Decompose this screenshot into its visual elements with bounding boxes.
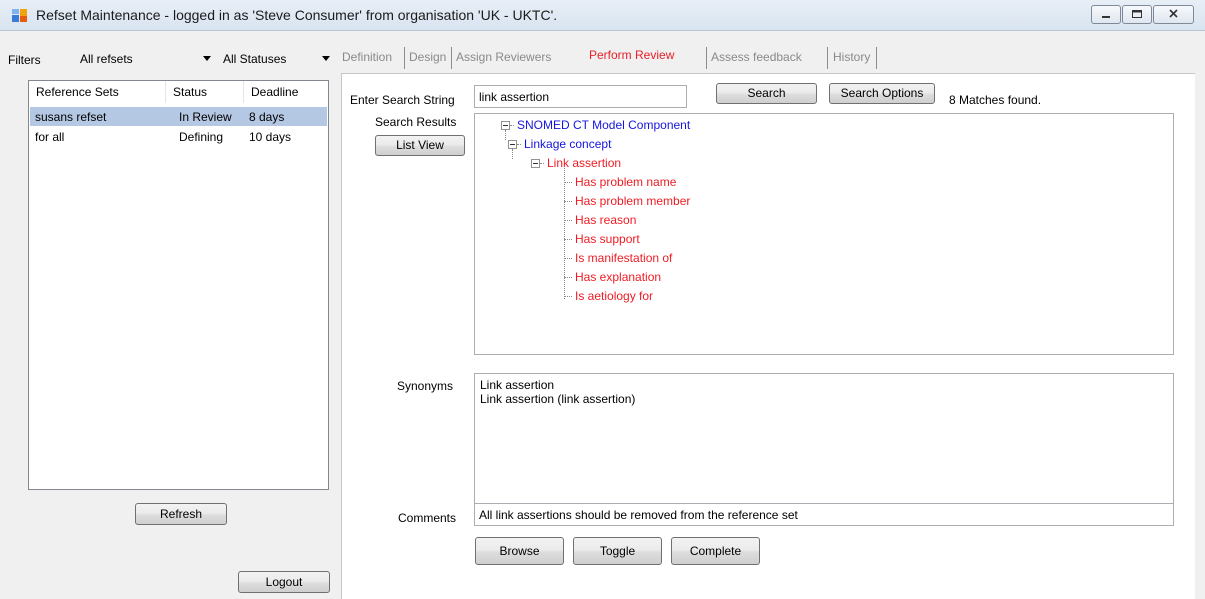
refset-status: In Review [179, 110, 232, 124]
chevron-down-icon [203, 56, 211, 61]
tab-assign-reviewers[interactable]: Assign Reviewers [456, 47, 551, 67]
maximize-icon [1132, 10, 1142, 18]
synonym-item: Link assertion [480, 378, 555, 392]
status-filter-value: All Statuses [223, 52, 287, 66]
search-button[interactable]: Search [716, 83, 817, 104]
tree-node-leaf[interactable]: Has problem member [575, 194, 690, 208]
tree-node-link-assertion[interactable]: Link assertion [547, 156, 621, 170]
tab-definition[interactable]: Definition [342, 47, 392, 67]
list-view-button[interactable]: List View [375, 135, 465, 156]
chevron-down-icon [322, 56, 330, 61]
refset-filter-dropdown[interactable]: All refsets [77, 49, 213, 69]
tree-node-leaf[interactable]: Has explanation [575, 270, 661, 284]
close-button[interactable] [1153, 5, 1194, 24]
tab-separator [827, 47, 828, 69]
tree-node-leaf[interactable]: Is aetiology for [575, 289, 653, 303]
tab-separator [404, 47, 405, 69]
toggle-button[interactable]: Toggle [573, 537, 662, 565]
tab-separator [706, 47, 707, 69]
minimize-icon [1102, 16, 1110, 18]
synonyms-box[interactable]: Link assertion Link assertion (link asse… [474, 373, 1174, 514]
column-header-deadline[interactable]: Deadline [244, 81, 328, 103]
table-row[interactable]: susans refset In Review 8 days [30, 107, 327, 126]
search-results-label: Search Results [375, 115, 457, 129]
refset-name: for all [35, 130, 65, 144]
status-filter-dropdown[interactable]: All Statuses [218, 49, 332, 69]
browse-button[interactable]: Browse [475, 537, 564, 565]
refset-deadline: 8 days [249, 110, 285, 124]
collapse-icon[interactable] [501, 121, 510, 130]
tab-assess-feedback[interactable]: Assess feedback [711, 47, 802, 67]
search-input[interactable]: link assertion [474, 85, 687, 108]
column-header-status[interactable]: Status [166, 81, 244, 103]
minimize-button[interactable] [1091, 5, 1121, 24]
app-icon [12, 9, 27, 22]
matches-found-text: 8 Matches found. [949, 93, 1042, 107]
logout-button[interactable]: Logout [238, 571, 330, 593]
synonym-item: Link assertion (link assertion) [480, 392, 636, 406]
tree-node-leaf[interactable]: Has support [575, 232, 640, 246]
collapse-icon[interactable] [508, 140, 517, 149]
tree-node-leaf[interactable]: Has reason [575, 213, 636, 227]
refresh-button[interactable]: Refresh [135, 503, 227, 525]
tab-separator [451, 47, 452, 69]
refset-name: susans refset [35, 110, 107, 124]
search-input-value: link assertion [479, 90, 550, 104]
complete-button[interactable]: Complete [671, 537, 760, 565]
tab-separator [876, 47, 877, 69]
tree-node-root[interactable]: SNOMED CT Model Component [517, 118, 690, 132]
maximize-button[interactable] [1122, 5, 1152, 24]
close-icon [1169, 9, 1178, 18]
table-row[interactable]: for all Defining 10 days [30, 127, 327, 146]
tab-design[interactable]: Design [409, 47, 446, 67]
refset-deadline: 10 days [249, 130, 292, 144]
tab-history[interactable]: History [833, 47, 870, 67]
tree-node-linkage-concept[interactable]: Linkage concept [524, 137, 611, 151]
tree-node-leaf[interactable]: Is manifestation of [575, 251, 672, 265]
title-bar: Refset Maintenance - logged in as 'Steve… [0, 0, 1205, 31]
reference-sets-list[interactable]: Reference Sets Status Deadline susans re… [28, 80, 329, 490]
column-header-reference-sets[interactable]: Reference Sets [29, 81, 166, 103]
refset-status: Defining [179, 130, 224, 144]
window-title: Refset Maintenance - logged in as 'Steve… [36, 7, 558, 23]
comments-label: Comments [398, 511, 457, 525]
tab-perform-review[interactable]: Perform Review [589, 45, 674, 65]
search-string-label: Enter Search String [350, 93, 455, 107]
comments-input[interactable]: All link assertions should be removed fr… [474, 503, 1174, 526]
search-results-tree[interactable]: SNOMED CT Model Component Linkage concep… [474, 113, 1174, 355]
refset-filter-value: All refsets [80, 52, 133, 66]
filters-label: Filters [8, 53, 41, 67]
collapse-icon[interactable] [531, 159, 540, 168]
search-options-button[interactable]: Search Options [829, 83, 935, 104]
comments-value: All link assertions should be removed fr… [479, 508, 798, 522]
synonyms-label: Synonyms [397, 379, 454, 393]
tree-node-leaf[interactable]: Has problem name [575, 175, 676, 189]
